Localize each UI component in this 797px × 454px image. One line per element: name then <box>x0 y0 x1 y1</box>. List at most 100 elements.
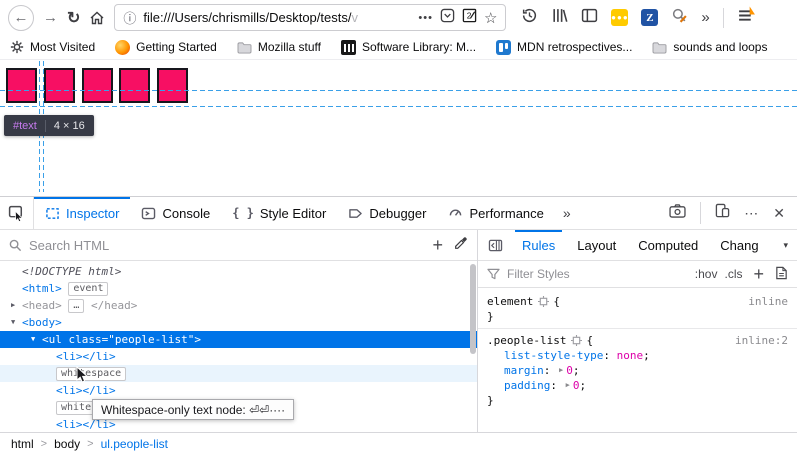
bookmark-most-visited[interactable]: Most Visited <box>10 40 95 54</box>
tab-console[interactable]: Console <box>130 197 221 229</box>
breadcrumb-separator: > <box>87 438 93 450</box>
bookmark-label: Mozilla stuff <box>258 40 321 54</box>
add-rule-button[interactable]: + <box>749 264 768 285</box>
toolbar-separator <box>723 8 724 28</box>
collapsed-ellipsis-badge[interactable]: … <box>68 299 84 313</box>
tab-inspector[interactable]: Inspector <box>34 197 130 229</box>
all-tabs-caret[interactable]: ▾ <box>783 230 795 260</box>
highlight-selector-icon[interactable] <box>571 335 582 346</box>
history-icon[interactable] <box>521 7 538 29</box>
stylesheet-icon[interactable] <box>775 266 788 283</box>
create-node-button[interactable]: + <box>428 235 447 256</box>
quick-search-icon[interactable] <box>671 7 688 29</box>
class-toggle[interactable]: .cls <box>724 267 742 281</box>
rule-origin[interactable]: inline:2 <box>735 333 788 348</box>
library-icon[interactable] <box>551 7 568 29</box>
search-html-input[interactable] <box>29 238 421 253</box>
zotero-icon[interactable]: Z <box>641 9 658 26</box>
tab-label: Inspector <box>66 206 119 221</box>
menu-button[interactable] <box>737 6 756 30</box>
bookmarks-bar: Most Visited Getting Started Mozilla stu… <box>0 35 797 60</box>
node-picker-icon <box>8 205 25 222</box>
bookmark-software-library[interactable]: Software Library: M... <box>341 40 476 55</box>
eyedropper-icon[interactable] <box>454 236 468 255</box>
home-button[interactable] <box>89 10 105 26</box>
screenshot-button[interactable] <box>669 204 686 223</box>
extension-annotate-icon[interactable]: 2 <box>462 8 477 28</box>
back-button[interactable]: ← <box>8 5 34 31</box>
breadcrumb-item-html[interactable]: html <box>11 437 34 451</box>
tab-changes[interactable]: Chang <box>709 230 760 260</box>
highlight-selector-icon[interactable] <box>538 296 549 307</box>
whitespace-badge[interactable]: white <box>56 401 96 415</box>
collapse-arrow-icon[interactable]: ▼ <box>31 331 35 348</box>
toolbar-separator <box>700 202 701 224</box>
head-node[interactable]: ▶<head> … </head> <box>0 297 477 314</box>
node-picker-button[interactable] <box>0 197 34 229</box>
bookmark-mozilla-stuff[interactable]: Mozilla stuff <box>237 40 321 54</box>
bookmark-sounds-and-loops[interactable]: sounds and loops <box>652 40 767 54</box>
markup-pane: + <!DOCTYPE html> <html> event ▶<head> …… <box>0 230 478 432</box>
forward-button[interactable]: → <box>43 9 58 26</box>
rule-element[interactable]: element{inline } <box>487 294 788 324</box>
overflow-chevron[interactable]: » <box>701 9 709 26</box>
ul-node-selected[interactable]: ▼<ul class="people-list"> <box>0 331 477 348</box>
page-actions-icon[interactable]: ••• <box>418 12 433 24</box>
tab-debugger[interactable]: Debugger <box>337 197 437 229</box>
extension-yellow-icon[interactable]: ●●● <box>611 9 628 26</box>
markup-search-row: + <box>0 230 477 261</box>
body-node[interactable]: ▼<body> <box>0 314 477 331</box>
bookmark-star-icon[interactable]: ☆ <box>484 9 497 27</box>
tab-style-editor[interactable]: { } Style Editor <box>221 197 337 229</box>
tab-rules[interactable]: Rules <box>511 230 566 260</box>
devtools-main: + <!DOCTYPE html> <html> event ▶<head> …… <box>0 230 797 432</box>
li-node[interactable]: <li></li> <box>0 382 477 399</box>
tab-layout[interactable]: Layout <box>566 230 627 260</box>
bookmark-getting-started[interactable]: Getting Started <box>115 40 217 55</box>
sidebar-toggle-icon[interactable] <box>581 7 598 29</box>
whitespace-node-hovered[interactable]: whitespace <box>0 365 477 382</box>
collapse-arrow-icon[interactable]: ▼ <box>11 314 15 331</box>
breadcrumb-item-ul[interactable]: ul.people-list <box>101 437 168 451</box>
url-faded-text: v <box>351 10 358 25</box>
bookmark-mdn-retrospectives[interactable]: MDN retrospectives... <box>496 40 632 55</box>
devtools-close-button[interactable]: ✕ <box>773 205 785 222</box>
pseudo-class-toggle[interactable]: :hov <box>695 267 718 281</box>
mouse-cursor-icon <box>76 366 89 384</box>
rule-origin: inline <box>748 294 788 309</box>
expand-longhands-icon[interactable]: ▶ <box>566 378 570 393</box>
inspector-icon <box>45 207 60 220</box>
breadcrumb-item-body[interactable]: body <box>54 437 80 451</box>
reload-button[interactable]: ↻ <box>67 8 80 28</box>
tab-performance[interactable]: Performance <box>437 197 554 229</box>
expand-arrow-icon[interactable]: ▶ <box>11 297 15 314</box>
folder-icon <box>237 41 252 54</box>
tab-label: Debugger <box>369 206 426 221</box>
event-badge[interactable]: event <box>68 282 108 296</box>
url-text[interactable]: file:///Users/chrismills/Desktop/tests/v <box>143 10 411 25</box>
html-node[interactable]: <html> event <box>0 280 477 297</box>
responsive-mode-button[interactable] <box>715 203 730 223</box>
software-library-icon <box>341 40 356 55</box>
rule-people-list[interactable]: .people-list{inline:2 list-style-type: n… <box>487 333 788 408</box>
bookmark-label: Most Visited <box>30 40 95 54</box>
tab-computed[interactable]: Computed <box>627 230 709 260</box>
markup-scrollbar[interactable] <box>470 264 476 354</box>
devtools-menu-button[interactable]: ⋯ <box>744 205 759 222</box>
site-info-icon[interactable]: ⓘ <box>123 8 136 27</box>
sidebar-collapse-icon[interactable] <box>480 230 511 260</box>
pocket-icon[interactable] <box>440 8 455 28</box>
declaration[interactable]: padding: ▶0; <box>487 378 788 393</box>
browser-toolbar: ← → ↻ ⓘ file:///Users/chrismills/Desktop… <box>0 0 797 35</box>
whitespace-badge[interactable]: whitespace <box>56 367 126 381</box>
declaration[interactable]: margin: ▶0; <box>487 363 788 378</box>
li-node[interactable]: <li></li> <box>0 348 477 365</box>
url-bar[interactable]: ⓘ file:///Users/chrismills/Desktop/tests… <box>114 4 506 31</box>
list-item-box <box>6 68 37 103</box>
breadcrumb: html > body > ul.people-list <box>0 432 797 454</box>
more-tools-chevron[interactable]: » <box>555 197 579 229</box>
filter-styles-input[interactable] <box>507 267 688 281</box>
expand-longhands-icon[interactable]: ▶ <box>559 363 563 378</box>
doctype-node[interactable]: <!DOCTYPE html> <box>0 263 477 280</box>
declaration[interactable]: list-style-type: none; <box>487 348 788 363</box>
